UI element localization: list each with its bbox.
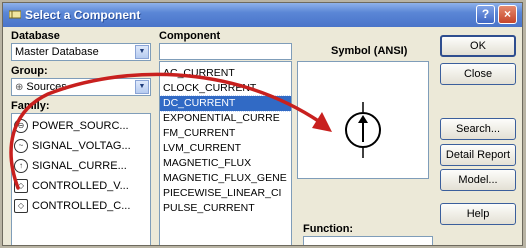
list-item[interactable]: LVM_CURRENT (160, 141, 291, 156)
ok-button[interactable]: OK (440, 35, 516, 57)
function-text-area[interactable] (303, 236, 433, 245)
family-label: Family: (11, 100, 50, 112)
close-title-button[interactable]: × (498, 5, 517, 24)
list-item[interactable]: AC_CURRENT (160, 66, 291, 81)
help-button[interactable]: Help (440, 203, 516, 225)
signal-voltage-icon: ~ (14, 139, 28, 154)
list-item[interactable]: CLOCK_CURRENT (160, 81, 291, 96)
group-label: Group: (11, 65, 48, 77)
search-button[interactable]: Search... (440, 118, 516, 140)
component-search-field[interactable] (159, 43, 292, 60)
list-item[interactable]: ◇ CONTROLLED_C... (12, 196, 150, 216)
controlled-voltage-icon: ◇ (14, 179, 28, 194)
list-item[interactable]: FM_CURRENT (160, 126, 291, 141)
power-source-icon: ⊖ (14, 119, 28, 134)
chevron-down-icon[interactable]: ▼ (135, 45, 149, 59)
list-item-selected[interactable]: DC_CURRENT (160, 95, 291, 112)
group-select[interactable]: ⊕ Sources ▼ (11, 78, 151, 96)
component-list[interactable]: AC_CURRENT CLOCK_CURRENT DC_CURRENT EXPO… (159, 61, 292, 245)
detail-report-button[interactable]: Detail Report (440, 144, 516, 166)
title-bar[interactable]: Select a Component ? × (3, 3, 522, 27)
help-title-button[interactable]: ? (476, 5, 495, 24)
database-select[interactable]: Master Database ▼ (11, 43, 151, 61)
component-label: Component (159, 30, 221, 42)
list-item[interactable]: MAGNETIC_FLUX (160, 156, 291, 171)
dc-current-source-symbol (345, 102, 381, 158)
chevron-down-icon[interactable]: ▼ (135, 80, 149, 94)
group-value: Sources (26, 81, 67, 93)
function-label: Function: (303, 223, 354, 235)
sources-icon: ⊕ (15, 82, 24, 93)
list-item[interactable]: PIECEWISE_LINEAR_CI (160, 186, 291, 201)
symbol-preview (297, 61, 429, 179)
list-item[interactable]: ↑ SIGNAL_CURRE... (12, 156, 150, 176)
list-item[interactable]: PULSE_CURRENT (160, 201, 291, 216)
list-item[interactable]: ◇ CONTROLLED_V... (12, 176, 150, 196)
model-button[interactable]: Model... (440, 169, 516, 191)
database-value: Master Database (15, 46, 99, 58)
window-title: Select a Component (25, 8, 141, 22)
list-item[interactable]: ~ SIGNAL_VOLTAG... (12, 136, 150, 156)
list-item[interactable]: ⊖ POWER_SOURC... (12, 116, 150, 136)
signal-current-icon: ↑ (14, 159, 28, 174)
controlled-current-icon: ◇ (14, 199, 28, 214)
family-list[interactable]: ⊖ POWER_SOURC... ~ SIGNAL_VOLTAG... ↑ SIGNA… (11, 113, 151, 245)
app-icon (9, 10, 21, 19)
list-item[interactable]: EXPONENTIAL_CURRE (160, 111, 291, 126)
symbol-label: Symbol (ANSI) (331, 45, 408, 57)
database-label: Database (11, 30, 60, 42)
select-component-dialog: Select a Component ? × Database Master D… (2, 2, 523, 246)
close-button[interactable]: Close (440, 63, 516, 85)
list-item[interactable]: MAGNETIC_FLUX_GENE (160, 171, 291, 186)
